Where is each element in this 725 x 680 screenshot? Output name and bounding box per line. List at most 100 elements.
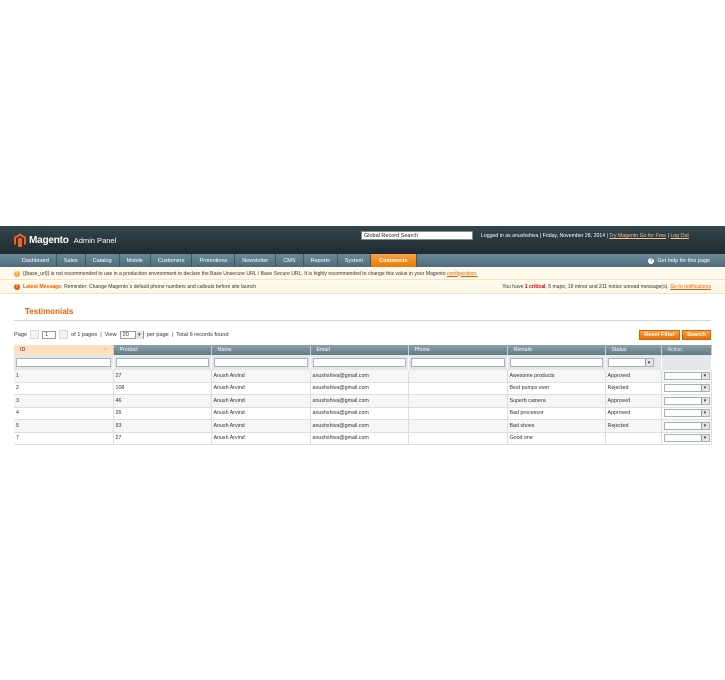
action-select[interactable]: ▾ <box>663 371 710 380</box>
cell-status: Approved <box>605 370 662 383</box>
nav-mobile[interactable]: Mobile <box>120 254 151 267</box>
prev-page-icon[interactable] <box>30 330 40 339</box>
logged-in-text: Logged in as anushshiva <box>481 233 539 239</box>
filter-name-input[interactable] <box>213 358 308 367</box>
nav-cms[interactable]: CMS <box>276 254 304 267</box>
filter-cell <box>661 355 712 370</box>
cell-id: 2 <box>14 382 114 395</box>
chevron-down-icon: ▾ <box>700 397 709 404</box>
cell-status: Approved <box>605 407 662 420</box>
nav-catalog[interactable]: Catalog <box>86 254 120 267</box>
nav-dashboard[interactable]: Dashboard <box>0 254 57 267</box>
cell-id: 7 <box>14 432 114 445</box>
page-number-input[interactable]: 1 <box>42 330 57 339</box>
nav-comments[interactable]: Comments <box>371 254 417 267</box>
pager-sep: | <box>171 331 174 338</box>
action-select[interactable]: ▾ <box>663 384 710 393</box>
cell-remark: Best pumps ever <box>507 382 606 395</box>
help-label: Get help for this page <box>657 257 710 264</box>
cell-name: Anush Arvind <box>211 419 311 433</box>
filter-remark-input[interactable] <box>509 358 603 367</box>
chevron-down-icon: ▾ <box>700 435 709 442</box>
nav-reports[interactable]: Reports <box>304 254 338 267</box>
nav-sales[interactable]: Sales <box>57 254 86 267</box>
nav-newsletter[interactable]: Newsletter <box>235 254 277 267</box>
search-button[interactable]: Search <box>682 330 711 340</box>
cell-product: 46 <box>113 394 212 408</box>
action-select[interactable]: ▾ <box>663 421 710 430</box>
cell-status <box>605 432 662 445</box>
help-link[interactable]: ? Get help for this page <box>648 254 725 267</box>
cell-name: Anush Arvind <box>211 370 311 383</box>
filter-row: ▾ <box>14 355 712 370</box>
cell-action: ▾ <box>661 407 712 420</box>
cell-email: anushshiva@gmail.com <box>310 407 409 420</box>
table-row[interactable]: 2 108 Anush Arvind anushshiva@gmail.com … <box>14 382 712 395</box>
column-header-remark[interactable]: Remark <box>507 345 606 355</box>
cell-phone <box>408 382 508 395</box>
table-row[interactable]: 7 27 Anush Arvind anushshiva@gmail.com G… <box>14 432 712 445</box>
reset-filter-button[interactable]: Reset Filter <box>639 330 680 340</box>
cell-phone <box>408 370 508 383</box>
total-records: Total 6 records found <box>176 331 229 338</box>
filter-cell: ▾ <box>605 355 662 370</box>
global-search-input[interactable]: Global Record Search <box>361 231 473 240</box>
cell-name: Anush Arvind <box>211 382 311 395</box>
per-page-value: 20 <box>122 331 129 338</box>
pager: Page 1 of 1 pages | View 20 ▾ per page |… <box>14 330 229 339</box>
try-magento-link[interactable]: Try Magento Go for Free <box>609 233 666 239</box>
lightbulb-icon: ! <box>14 270 20 277</box>
nav-promotions[interactable]: Promotions <box>192 254 236 267</box>
nav-customers[interactable]: Customers <box>151 254 193 267</box>
cell-product: 27 <box>113 370 212 383</box>
column-header-product[interactable]: Product <box>113 345 212 355</box>
cell-remark: Awesome products <box>507 370 606 383</box>
cell-id: 5 <box>14 419 114 433</box>
filter-phone-input[interactable] <box>410 358 505 367</box>
chevron-down-icon: ▾ <box>700 385 709 392</box>
column-header-phone[interactable]: Phone <box>408 345 508 355</box>
table-row[interactable]: 4 26 Anush Arvind anushshiva@gmail.com B… <box>14 407 712 420</box>
nav-system[interactable]: System <box>338 254 372 267</box>
table-row[interactable]: 1 27 Anush Arvind anushshiva@gmail.com A… <box>14 370 712 383</box>
column-header-email[interactable]: Email <box>310 345 409 355</box>
cell-action: ▾ <box>661 419 712 433</box>
title-divider <box>14 320 711 321</box>
base-url-notice: ! {{base_url}} is not recommended to use… <box>0 268 725 280</box>
magento-logo[interactable]: Magento Admin Panel <box>14 231 116 249</box>
cell-action: ▾ <box>661 370 712 383</box>
chevron-down-icon: ▾ <box>700 372 709 379</box>
column-header-status[interactable]: Status <box>605 345 662 355</box>
pager-sep: | <box>100 331 102 338</box>
configuration-link[interactable]: configuration. <box>447 271 478 277</box>
latest-message-label: Latest Message: <box>23 284 63 290</box>
filter-email-input[interactable] <box>312 358 406 367</box>
action-select[interactable]: ▾ <box>663 409 710 418</box>
column-header-name[interactable]: Name <box>211 345 311 355</box>
table-row[interactable]: 3 46 Anush Arvind anushshiva@gmail.com S… <box>14 394 712 408</box>
logout-link[interactable]: Log Out <box>670 233 688 239</box>
next-page-icon[interactable] <box>59 330 69 339</box>
cell-phone <box>408 394 508 408</box>
cell-action: ▾ <box>661 432 712 445</box>
cell-action: ▾ <box>661 382 712 395</box>
filter-id-input[interactable] <box>16 358 111 367</box>
header-date: Friday, November 28, 2014 <box>542 233 606 239</box>
unread-counts: , 5 major, 19 minor and 211 notice unrea… <box>545 284 669 290</box>
goto-notifications-link[interactable]: Go to notifications <box>670 284 711 290</box>
action-select[interactable]: ▾ <box>663 396 710 405</box>
action-select[interactable]: ▾ <box>663 434 710 443</box>
table-row[interactable]: 5 93 Anush Arvind anushshiva@gmail.com B… <box>14 419 712 433</box>
logo-text: Magento <box>29 234 69 246</box>
per-page-select[interactable]: 20 ▾ <box>119 330 144 339</box>
cell-phone <box>408 419 508 433</box>
column-header-id[interactable]: ID ↑ <box>14 345 114 355</box>
filter-cell <box>507 355 606 370</box>
cell-id: 1 <box>14 370 114 383</box>
filter-status-select[interactable]: ▾ <box>607 358 654 367</box>
filter-product-input[interactable] <box>115 358 209 367</box>
page-title: Testimonials <box>25 307 74 316</box>
column-header-label: ID <box>20 347 26 353</box>
cell-status: Rejected <box>605 382 662 395</box>
